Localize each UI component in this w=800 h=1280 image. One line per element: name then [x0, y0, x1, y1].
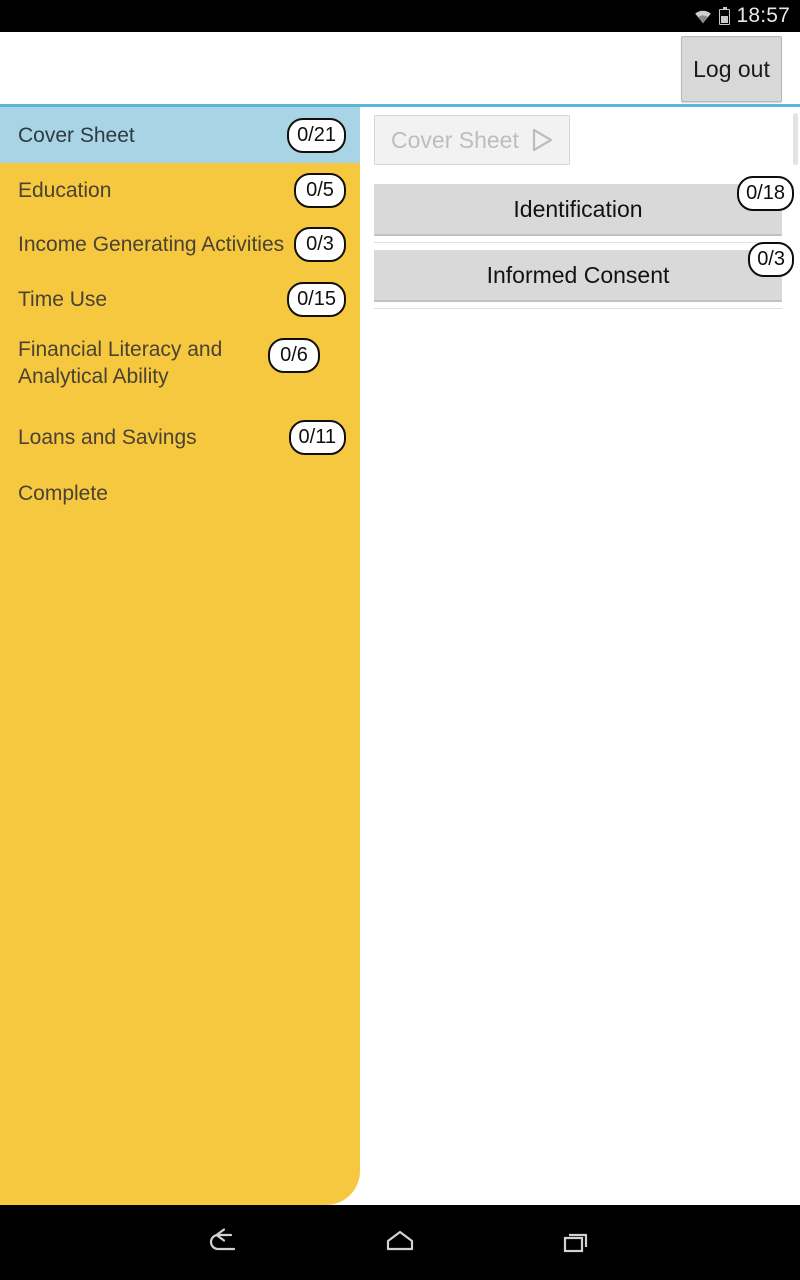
section-button-informed-consent[interactable]: Informed Consent [374, 250, 782, 302]
sidebar-item-badge: 0/15 [287, 281, 346, 317]
android-navigation-bar [0, 1205, 800, 1280]
play-triangle-icon [529, 127, 555, 153]
battery-icon [719, 7, 731, 25]
breadcrumb[interactable]: Cover Sheet [374, 115, 570, 165]
sidebar-item-label: Income Generating Activities [18, 233, 285, 256]
section-badge: 0/18 [737, 176, 794, 211]
logout-button[interactable]: Log out [681, 36, 782, 102]
wifi-icon [693, 8, 713, 24]
sidebar-item-label: Education [18, 178, 112, 202]
sidebar-item-financial-literacy-and-analytical-ability[interactable]: Financial Literacy and Analytical Abilit… [0, 326, 360, 408]
sidebar-item-education[interactable]: Education 0/5 [0, 163, 360, 217]
sidebar-item-label: Complete [18, 481, 108, 505]
sidebar-item-time-use[interactable]: Time Use 0/15 [0, 272, 360, 326]
sidebar-item-label: Financial Literacy and Analytical Abilit… [18, 338, 223, 388]
section-divider [374, 308, 782, 309]
section-badge: 0/3 [748, 242, 794, 277]
sidebar-item-income-generating-activities[interactable]: Income Generating Activities 0/3 [0, 217, 360, 272]
app-screen: 18:57 Log out Cover Sheet 0/21 Education… [0, 0, 800, 1280]
sidebar-item-cover-sheet[interactable]: Cover Sheet 0/21 [0, 107, 360, 163]
section-row: Identification 0/18 [374, 176, 794, 243]
sidebar-item-badge: 0/3 [294, 227, 346, 262]
sidebar-item-label: Time Use [18, 287, 108, 311]
section-row: Informed Consent 0/3 [374, 242, 794, 309]
breadcrumb-label: Cover Sheet [391, 126, 519, 153]
back-arrow-icon[interactable] [201, 1220, 247, 1266]
sidebar-item-label: Cover Sheet [18, 123, 135, 147]
content-scrollbar[interactable] [793, 113, 798, 165]
content-panel: Cover Sheet Identification 0/18 Informed… [360, 107, 800, 1205]
home-icon[interactable] [377, 1220, 423, 1266]
sidebar-item-complete[interactable]: Complete [0, 466, 360, 520]
sidebar-item-badge: 0/6 [268, 338, 320, 373]
section-list: Identification 0/18 Informed Consent 0/3 [374, 176, 794, 310]
section-button-identification[interactable]: Identification [374, 184, 782, 236]
section-divider [374, 242, 782, 243]
sidebar-item-loans-and-savings[interactable]: Loans and Savings 0/11 [0, 408, 360, 466]
recent-apps-icon[interactable] [553, 1220, 599, 1266]
sidebar-item-badge: 0/11 [288, 419, 346, 455]
sidebar-item-label: Loans and Savings [18, 425, 197, 449]
android-status-bar: 18:57 [0, 0, 800, 32]
sidebar-item-badge: 0/5 [294, 172, 346, 208]
status-bar-clock: 18:57 [736, 4, 790, 27]
sidebar-item-badge: 0/21 [287, 117, 346, 153]
status-icons: 18:57 [693, 0, 790, 32]
app-header: Log out [0, 32, 800, 105]
section-sidebar[interactable]: Cover Sheet 0/21 Education 0/5 Income Ge… [0, 107, 360, 1205]
